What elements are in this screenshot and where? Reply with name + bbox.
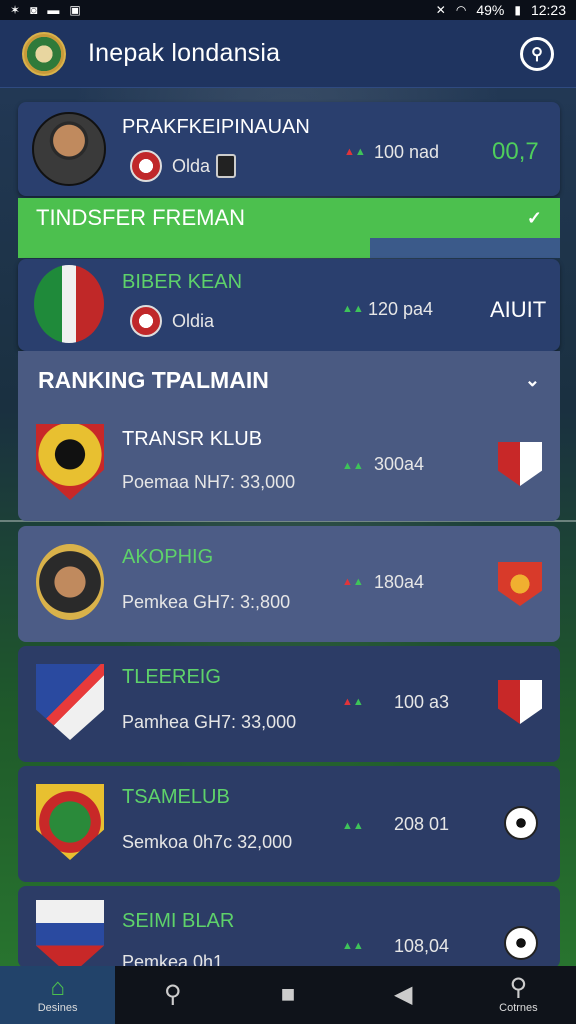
app-bar: Inepak londansia ⚲ <box>0 20 576 88</box>
player-delta: 100 nad <box>374 142 440 162</box>
club-crest-icon <box>36 900 104 976</box>
home-icon: ⌂ <box>50 974 65 1001</box>
club-crest-icon <box>36 424 104 500</box>
battery-level: 49% <box>476 2 505 18</box>
club-crest-icon <box>36 784 104 860</box>
row-sub: Semkoa 0h7c 32,000 <box>122 832 293 852</box>
chevron-down-icon[interactable]: ✓ <box>527 208 542 229</box>
app-logo[interactable] <box>22 31 66 76</box>
club-crest-icon <box>36 664 104 740</box>
notification-icon: ✶ <box>10 3 21 17</box>
club-crest-icon <box>34 265 104 343</box>
chevron-down-icon[interactable]: ⌄ <box>525 370 540 391</box>
row-name: AKOPHIG <box>122 546 214 568</box>
player-club: Olda <box>172 156 211 176</box>
ranking-row[interactable]: TSAMELUB Semkoa 0h7c 32,000 ▲▲ 208 01 <box>18 766 560 882</box>
status-bar: ✶ ◙ ▬ ▣ ✕ ◠ 49% ▮ 12:23 <box>0 0 576 20</box>
transfer-progress-fill <box>18 238 371 258</box>
trend-arrows-icon: ▲▲ <box>342 303 364 315</box>
football-icon <box>504 806 538 840</box>
flag-icon <box>498 442 542 486</box>
nav-home[interactable]: ⌂ Desines <box>0 966 116 1024</box>
row-name: TSAMELUB <box>122 786 230 808</box>
search-icon: ⚲ <box>509 974 528 1001</box>
flag-icon <box>498 562 542 606</box>
bottom-navigation: ⌂ Desines ⚲ ■ ◀ ⚲ Cotrnes <box>0 966 576 1024</box>
row-sub: Poemaa NH7: 33,000 <box>122 472 296 492</box>
search-icon: ⚲ <box>164 981 182 1008</box>
row-sub: Pamhea GH7: 33,000 <box>122 712 297 732</box>
trend-arrows-icon: ▲▲ <box>344 146 366 158</box>
transfer-player-delta: 120 pa4 <box>368 299 434 319</box>
media-icon: ▬ <box>47 3 60 17</box>
row-name: TRANSR KLUB <box>122 428 263 450</box>
player-name: PRAKFKEIPINAUAN <box>122 116 310 138</box>
message-icon: ▣ <box>69 3 81 17</box>
square-icon: ■ <box>280 981 296 1008</box>
ranking-row[interactable]: TLEEREIG Pamhea GH7: 33,000 ▲▲ 100 a3 <box>18 646 560 762</box>
battery-icon: ▮ <box>514 3 521 17</box>
nav-search-label: Cotrnes <box>499 1002 538 1014</box>
mute-icon: ✕ <box>435 3 446 17</box>
nav-back[interactable]: ◀ <box>346 966 461 1024</box>
row-delta: 208 01 <box>394 814 450 834</box>
trend-arrows-icon: ▲▲ <box>342 696 364 708</box>
ranking-row[interactable]: TRANSR KLUB Poemaa NH7: 33,000 ▲▲ 300a4 <box>18 406 560 522</box>
transfer-player-score: AIUIT <box>490 297 547 322</box>
row-delta: 180a4 <box>374 572 425 592</box>
row-name: TLEEREIG <box>122 666 221 688</box>
transfer-player-row[interactable]: BIBER KEAN Oldia ▲▲ 120 pa4 AIUIT <box>18 259 560 351</box>
trend-arrows-icon: ▲▲ <box>342 820 364 832</box>
club-badge-icon <box>130 305 162 337</box>
app-notification-icon: ◙ <box>30 3 38 17</box>
nav-overview[interactable]: ■ <box>230 966 345 1024</box>
featured-player-card[interactable]: PRAKFKEIPINAUAN Olda ▲▲ 100 nad 00,7 <box>18 102 560 196</box>
wifi-icon: ◠ <box>455 3 467 17</box>
football-icon <box>504 926 538 960</box>
ranking-row[interactable]: AKOPHIG Pemkea GH7: 3:,800 ▲▲ 180a4 <box>18 526 560 642</box>
ranking-row[interactable]: SEIMI BLAR Pemkea 0h1 ▲▲ 108,04 <box>18 886 560 976</box>
transfer-player-club: Oldia <box>172 311 215 331</box>
nav-home-label: Desines <box>37 1002 78 1014</box>
ranking-title: RANKING TPALMAIN <box>38 366 269 393</box>
app-title: Inepak londansia <box>88 39 281 67</box>
row-name: SEIMI BLAR <box>122 910 235 932</box>
player-avatar <box>32 112 106 186</box>
ranking-section-header[interactable]: RANKING TPALMAIN ⌄ <box>18 362 560 398</box>
transfer-title: TINDSFER FREMAN <box>36 205 245 230</box>
player-score: 00,7 <box>492 138 539 165</box>
row-delta: 300a4 <box>374 454 425 474</box>
row-sub: Pemkea GH7: 3:,800 <box>122 592 291 612</box>
transfer-progress <box>18 238 560 258</box>
search-icon[interactable]: ⚲ <box>520 36 554 71</box>
nav-search-2[interactable]: ⚲ Cotrnes <box>461 966 576 1024</box>
club-crest-icon <box>216 154 236 178</box>
trend-arrows-icon: ▲▲ <box>342 576 364 588</box>
row-delta: 100 a3 <box>394 692 450 712</box>
trend-arrows-icon: ▲▲ <box>342 460 364 472</box>
clock: 12:23 <box>530 2 566 18</box>
transfer-player-name: BIBER KEAN <box>122 271 243 293</box>
flag-icon <box>498 680 542 724</box>
row-delta: 108,04 <box>394 936 450 956</box>
back-icon: ◀ <box>393 981 413 1008</box>
trend-arrows-icon: ▲▲ <box>342 940 364 952</box>
transfer-section-header[interactable]: TINDSFER FREMAN ✓ <box>18 198 560 238</box>
nav-search[interactable]: ⚲ <box>115 966 230 1024</box>
club-crest-icon <box>36 544 104 620</box>
club-badge-icon <box>130 150 162 182</box>
